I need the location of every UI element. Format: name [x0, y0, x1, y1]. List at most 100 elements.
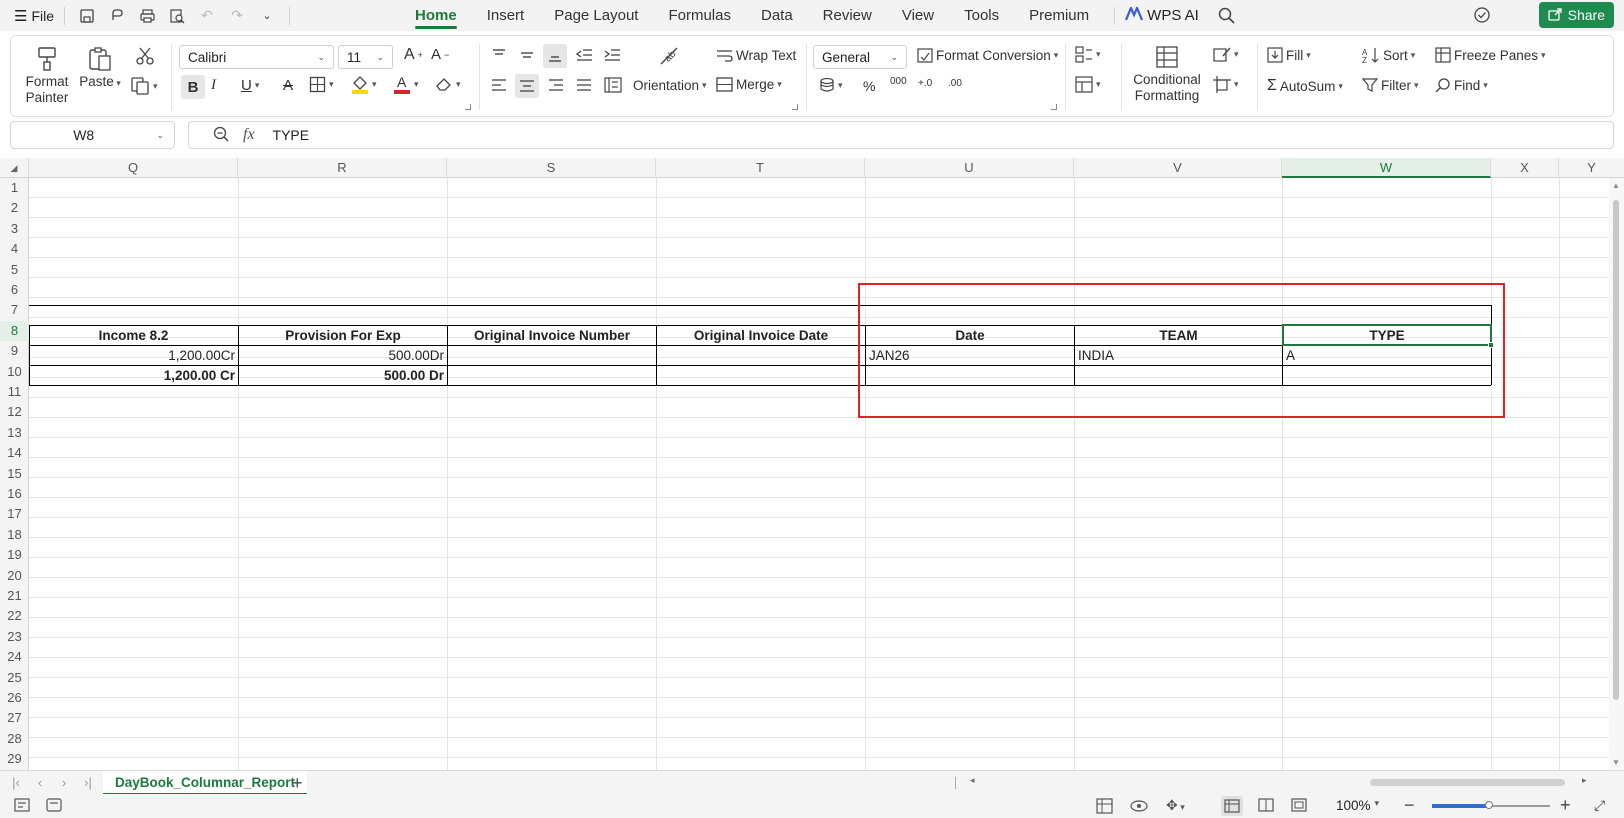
merge-button[interactable]: Merge ▾ [716, 77, 782, 92]
row-header-19[interactable]: 19 [0, 545, 29, 565]
prev-sheet-icon[interactable]: ‹ [28, 775, 52, 790]
increase-font-icon[interactable]: A + [404, 46, 423, 64]
add-sheet-button[interactable]: + [292, 771, 303, 795]
strikethrough-button[interactable]: A [283, 77, 293, 94]
increase-decimal-button[interactable]: +.0 [918, 78, 932, 89]
row-header-15[interactable]: 15 [0, 464, 29, 484]
row-header-11[interactable]: 11 [0, 382, 29, 402]
alignment-dialog-launcher-icon[interactable] [792, 104, 798, 110]
zoom-level[interactable]: 100% ▾ [1336, 798, 1379, 813]
zoom-out-icon[interactable]: − [1404, 795, 1415, 816]
spreadsheet-grid[interactable]: Income 8.2 Provision For Exp Original In… [29, 178, 1609, 770]
scroll-down-icon[interactable]: ▼ [1612, 758, 1620, 767]
cell-style-button[interactable]: ▾ [1075, 46, 1101, 63]
macro-icon[interactable] [14, 797, 30, 815]
align-center-icon[interactable] [515, 74, 539, 98]
autosum-button[interactable]: Σ AutoSum ▾ [1267, 77, 1343, 95]
decrease-font-icon[interactable]: A − [431, 46, 449, 63]
align-left-icon[interactable] [491, 78, 507, 92]
name-box[interactable]: W8 ⌄ [10, 121, 175, 149]
export-pdf-icon[interactable] [105, 4, 129, 28]
row-header-5[interactable]: 5 [0, 260, 29, 280]
freeze-panes-button[interactable]: Freeze Panes ▾ [1435, 47, 1546, 63]
thousands-button[interactable]: 000 [890, 76, 907, 87]
font-dialog-launcher-icon[interactable] [465, 104, 471, 110]
orientation-icon[interactable]: ab [657, 44, 681, 68]
function-icon[interactable]: fx [243, 126, 255, 144]
tab-tools[interactable]: Tools [949, 0, 1014, 31]
zoom-slider-thumb[interactable] [1485, 801, 1493, 809]
undo-icon[interactable]: ↶ [195, 4, 219, 28]
font-name-select[interactable]: Calibri ⌄ [179, 45, 334, 69]
justify-icon[interactable] [576, 78, 592, 92]
number-format-select[interactable]: General ⌄ [813, 45, 907, 69]
find-button[interactable]: Find ▾ [1435, 77, 1488, 93]
tab-home[interactable]: Home [400, 0, 472, 31]
column-header-v[interactable]: V [1074, 158, 1282, 178]
cell-r10[interactable]: 500.00 Dr [239, 366, 447, 386]
clear-button[interactable]: ▾ [435, 76, 461, 92]
italic-button[interactable]: I [211, 77, 216, 94]
row-header-10[interactable]: 10 [0, 362, 29, 382]
row-header-26[interactable]: 26 [0, 688, 29, 708]
cell-t8[interactable]: Original Invoice Date [657, 326, 865, 346]
row-header-25[interactable]: 25 [0, 668, 29, 688]
cell-s8[interactable]: Original Invoice Number [448, 326, 656, 346]
accessibility-icon[interactable] [46, 797, 62, 815]
cell-q8[interactable]: Income 8.2 [29, 326, 238, 346]
orientation-button[interactable]: Orientation ▾ [633, 78, 707, 93]
wps-ai-button[interactable]: WPS AI [1125, 4, 1199, 25]
cut-icon[interactable] [135, 46, 155, 66]
table-view-icon[interactable] [1096, 798, 1113, 817]
row-header-17[interactable]: 17 [0, 504, 29, 524]
zoom-in-icon[interactable]: + [1560, 795, 1571, 816]
align-bottom-icon[interactable] [543, 44, 567, 68]
tab-premium[interactable]: Premium [1014, 0, 1104, 31]
column-header-y[interactable]: Y [1559, 158, 1624, 178]
font-color-button[interactable]: A ▾ [393, 74, 419, 94]
currency-button[interactable]: ▾ [819, 77, 843, 93]
percent-button[interactable]: % [863, 78, 875, 94]
align-top-icon[interactable] [491, 48, 507, 62]
cell-q10[interactable]: 1,200.00 Cr [29, 366, 238, 386]
last-sheet-icon[interactable]: ›| [76, 775, 100, 790]
row-header-13[interactable]: 13 [0, 423, 29, 443]
row-header-7[interactable]: 7 [0, 300, 29, 320]
row-header-9[interactable]: 9 [0, 341, 29, 361]
next-sheet-icon[interactable]: › [52, 775, 76, 790]
column-header-r[interactable]: R [238, 158, 447, 178]
normal-view-icon[interactable] [1221, 796, 1243, 816]
zoom-slider[interactable] [1432, 801, 1550, 809]
fill-button[interactable]: Fill ▾ [1267, 47, 1311, 63]
row-header-16[interactable]: 16 [0, 484, 29, 504]
format-cells-button[interactable]: ▾ [1213, 46, 1239, 63]
copy-icon[interactable]: ▾ [130, 76, 158, 96]
tab-insert[interactable]: Insert [472, 0, 540, 31]
search-icon[interactable] [1215, 4, 1239, 28]
align-middle-icon[interactable] [519, 48, 535, 62]
increase-indent-icon[interactable] [604, 47, 621, 62]
wrap-text-button[interactable]: Wrap Text [716, 48, 796, 63]
zoom-formula-icon[interactable] [213, 126, 229, 145]
row-header-22[interactable]: 22 [0, 606, 29, 626]
tab-formulas[interactable]: Formulas [653, 0, 746, 31]
page-layout-view-icon[interactable] [1258, 798, 1274, 815]
column-header-x[interactable]: X [1491, 158, 1559, 178]
row-header-8[interactable]: 8 [0, 320, 29, 341]
row-header-14[interactable]: 14 [0, 443, 29, 463]
chevron-down-icon[interactable]: ⌄ [156, 130, 164, 141]
save-icon[interactable] [75, 4, 99, 28]
first-sheet-icon[interactable]: |‹ [4, 775, 28, 790]
sheet-tab-daybook[interactable]: DayBook_Columnar_Report [103, 771, 308, 795]
scroll-left-icon[interactable]: ◂ [970, 775, 975, 786]
redo-icon[interactable]: ↷ [225, 4, 249, 28]
borders-button[interactable]: ▾ [309, 76, 334, 93]
distributed-icon[interactable] [604, 77, 622, 93]
table-style-button[interactable]: ▾ [1075, 76, 1101, 93]
sort-button[interactable]: AZ Sort ▾ [1362, 47, 1415, 64]
row-header-20[interactable]: 20 [0, 566, 29, 586]
cell-r9[interactable]: 500.00Dr [239, 346, 447, 366]
format-painter-button[interactable]: Format Painter [23, 46, 71, 106]
fullscreen-icon[interactable]: ⤢ [1594, 797, 1605, 814]
eye-protection-icon[interactable] [1130, 798, 1148, 817]
